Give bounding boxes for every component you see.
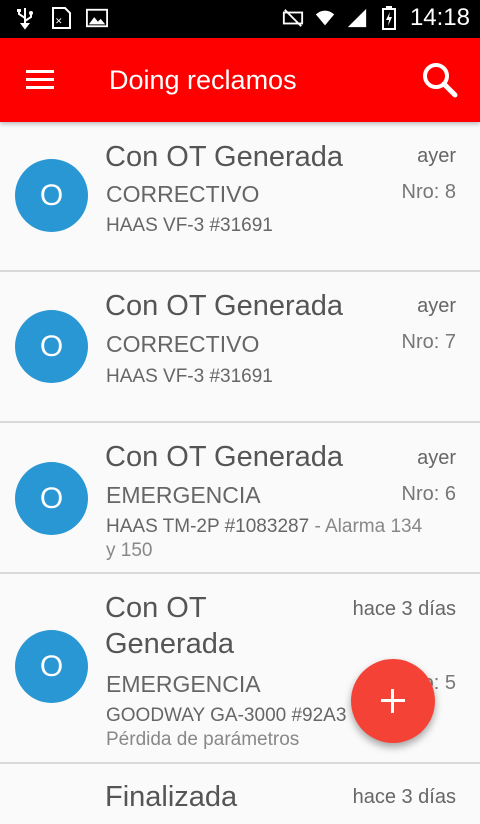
search-button[interactable] <box>420 60 460 100</box>
machine-name: GOODWAY GA-3000 #92A3 <box>106 705 347 726</box>
item-number: Nro: 7 <box>402 330 456 354</box>
item-number: Nro: 6 <box>402 482 456 506</box>
search-icon <box>423 63 458 98</box>
number-value: 7 <box>444 331 456 353</box>
machine-name: HAAS VF-3 #31691 <box>106 215 273 236</box>
number-label: Nro: <box>401 483 440 505</box>
avatar: O <box>15 159 88 232</box>
status-bar: ✕ 14:18 <box>0 0 480 38</box>
status-time: 14:18 <box>409 4 470 31</box>
machine-name: HAAS VF-3 #31691 <box>106 366 273 387</box>
item-number: Nro: 8 <box>402 180 456 204</box>
list-item[interactable]: O Con OT Generada EMERGENCIA HAAS TM-2P … <box>0 423 480 574</box>
avatar: O <box>15 630 88 703</box>
battery-icon <box>381 6 396 30</box>
item-type: CORRECTIVO <box>106 331 260 357</box>
image-icon <box>86 8 108 28</box>
item-status: Con OT Generada <box>105 290 344 322</box>
item-status: Finalizada <box>105 781 238 813</box>
item-date: ayer <box>417 447 456 469</box>
item-status: Con OT Generada <box>105 441 344 473</box>
number-value: 6 <box>444 483 456 505</box>
avatar: O <box>15 310 88 383</box>
item-description: Pérdida de parámetros <box>106 729 300 750</box>
item-machine: HAAS VF-3 #31691 <box>106 365 426 389</box>
hamburger-menu-icon <box>26 70 54 89</box>
menu-button[interactable] <box>16 58 60 102</box>
item-date: ayer <box>417 295 456 317</box>
signal-icon <box>347 8 367 28</box>
svg-text:✕: ✕ <box>55 17 63 27</box>
number-value: 8 <box>444 181 456 203</box>
number-label: Nro: <box>401 181 440 203</box>
item-type: CORRECTIVO <box>106 181 260 207</box>
add-reclamo-button[interactable] <box>351 659 435 743</box>
item-machine: HAAS VF-3 #31691 <box>106 214 426 238</box>
item-status: Con OT Generada <box>105 592 234 660</box>
item-type: EMERGENCIA <box>106 671 261 697</box>
item-date: ayer <box>417 145 456 167</box>
item-date: hace 3 días <box>352 598 456 620</box>
list-item[interactable]: O Con OT Generada CORRECTIVO HAAS VF-3 #… <box>0 122 480 272</box>
app-bar: Doing reclamos <box>0 38 480 122</box>
machine-name: HAAS TM-2P #1083287 <box>106 516 310 537</box>
list-item[interactable]: Finalizada hace 3 días <box>0 764 480 824</box>
mute-icon <box>282 9 304 27</box>
avatar: O <box>15 462 88 535</box>
number-label: Nro: <box>401 331 440 353</box>
list-item[interactable]: O Con OT Generada CORRECTIVO HAAS VF-3 #… <box>0 272 480 423</box>
item-date: hace 3 días <box>352 786 456 808</box>
usb-icon <box>17 8 33 30</box>
wifi-icon <box>315 10 335 26</box>
item-status: Con OT Generada <box>105 141 344 173</box>
sim-icon: ✕ <box>52 7 71 29</box>
number-value: 5 <box>444 672 456 694</box>
item-type: EMERGENCIA <box>106 482 261 508</box>
app-title: Doing reclamos <box>109 65 297 95</box>
plus-icon <box>381 689 405 713</box>
item-machine: HAAS TM-2P #1083287 - Alarma 134 y 150 <box>106 515 426 563</box>
